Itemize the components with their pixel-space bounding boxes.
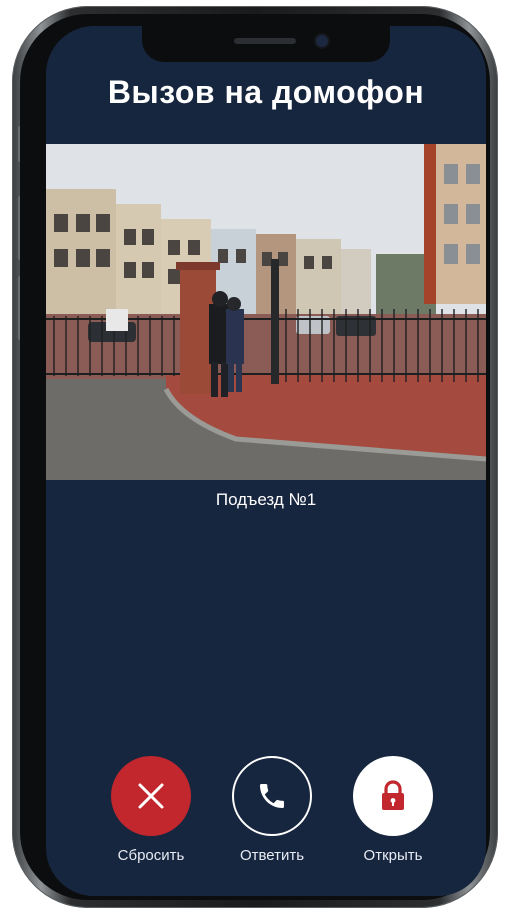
screen-title: Вызов на домофон: [107, 74, 425, 110]
front-camera: [316, 35, 328, 47]
camera-caption: Подъезд №1: [215, 490, 317, 509]
answer-call-button[interactable]: Ответить: [222, 756, 322, 864]
reject-label: Сбросить: [117, 847, 185, 864]
open-circle[interactable]: [353, 756, 433, 836]
intercom-video-feed[interactable]: [46, 144, 486, 480]
answer-label: Ответить: [239, 847, 305, 864]
phone-screen: Вызов на домофон Подъезд №1 Сбросить Отв…: [46, 26, 486, 896]
phone-icon: [260, 784, 284, 808]
reject-call-button[interactable]: Сбросить: [101, 756, 201, 864]
reject-circle[interactable]: [111, 756, 191, 836]
open-door-button[interactable]: Открыть: [343, 756, 443, 864]
lock-icon: [382, 780, 404, 810]
speaker-grille: [234, 38, 296, 44]
answer-circle[interactable]: [232, 756, 312, 836]
close-icon: [138, 783, 164, 809]
camera-snapshot: [46, 144, 486, 480]
notch: [142, 26, 390, 62]
open-label: Открыть: [363, 847, 423, 864]
